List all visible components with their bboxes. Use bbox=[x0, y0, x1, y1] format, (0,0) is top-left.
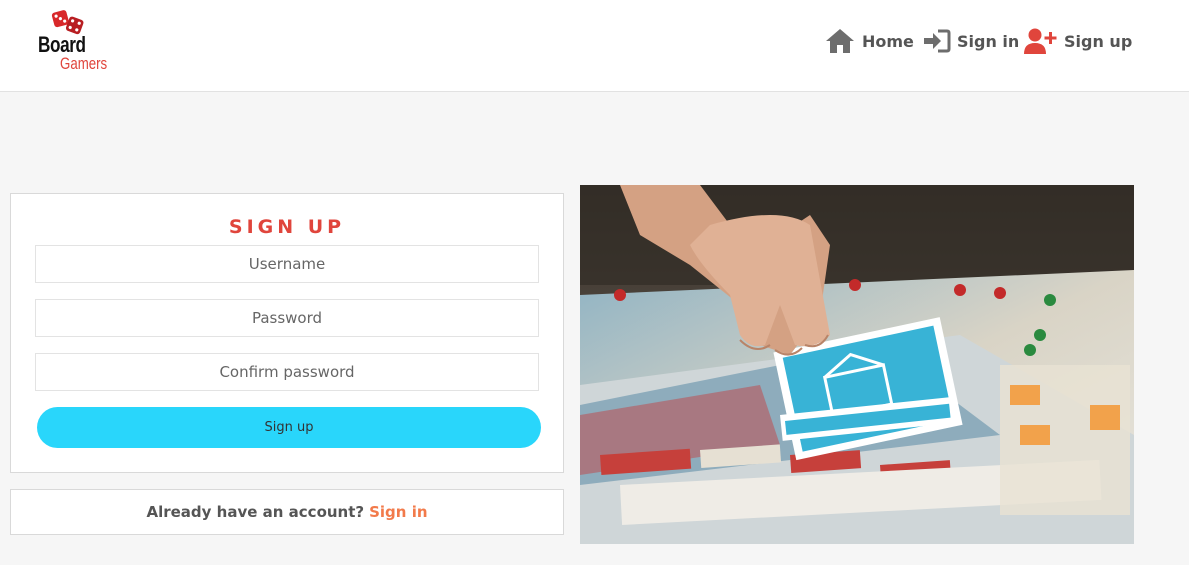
signup-submit-button[interactable]: Sign up bbox=[37, 407, 541, 448]
signup-card: SIGN UP Sign up bbox=[10, 193, 564, 473]
account-prompt-text: Already have an account? bbox=[146, 503, 365, 521]
brand-logo[interactable]: Board Gamers bbox=[36, 8, 126, 76]
nav-signup-label: Sign up bbox=[1064, 31, 1133, 51]
user-plus-icon bbox=[1024, 27, 1058, 55]
username-input[interactable] bbox=[35, 245, 539, 283]
hero-board-game-photo bbox=[580, 185, 1134, 544]
signin-prompt-card: Already have an account? Sign in bbox=[10, 489, 564, 535]
password-input[interactable] bbox=[35, 299, 539, 337]
nav-home-link[interactable]: Home bbox=[824, 24, 914, 58]
home-icon bbox=[824, 27, 856, 55]
sign-in-icon bbox=[923, 28, 951, 54]
nav-home-label: Home bbox=[862, 31, 914, 51]
confirm-password-input[interactable] bbox=[35, 353, 539, 391]
signin-link[interactable]: Sign in bbox=[369, 503, 427, 521]
signup-title: SIGN UP bbox=[228, 216, 346, 238]
logo-text-gamers: Gamers bbox=[60, 54, 108, 73]
nav-signin-label: Sign in bbox=[957, 31, 1020, 51]
nav-signin-link[interactable]: Sign in bbox=[923, 24, 1019, 58]
top-navbar: Board Gamers Home Sign in Sign up bbox=[0, 0, 1189, 92]
nav-signup-link[interactable]: Sign up bbox=[1024, 24, 1132, 58]
